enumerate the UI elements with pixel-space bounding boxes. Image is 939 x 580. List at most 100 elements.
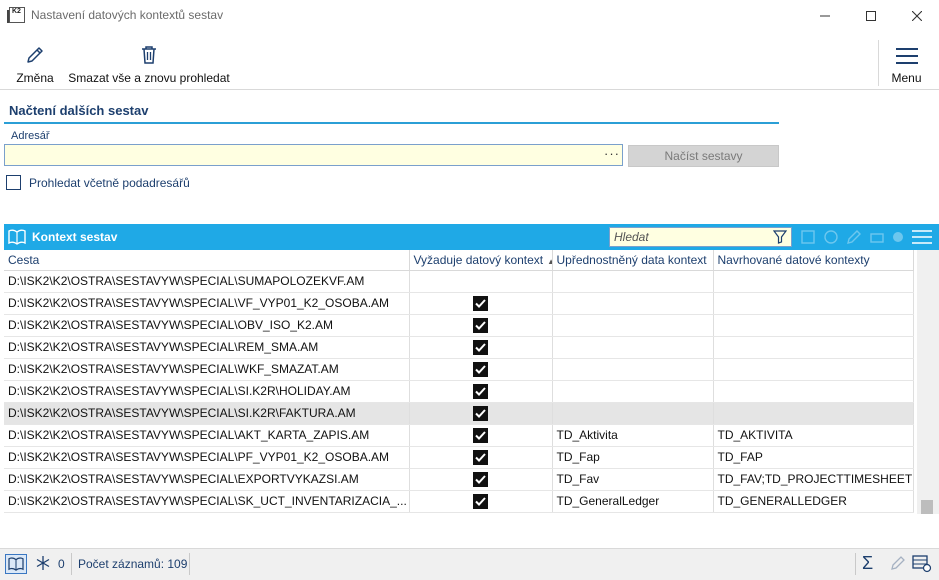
cell-requires[interactable]: [409, 358, 553, 381]
cell-preferred[interactable]: TD_Aktivita: [552, 424, 714, 447]
cell-preferred[interactable]: TD_Fap: [552, 446, 714, 469]
filter-icon[interactable]: [773, 230, 787, 244]
cell-suggested[interactable]: [713, 292, 914, 315]
checkmark-icon: [475, 364, 486, 374]
cell-path[interactable]: D:\ISK2\K2\OSTRA\SESTAVYW\SPECIAL\VF_VYP…: [4, 292, 410, 315]
book-view-button[interactable]: [5, 554, 27, 574]
grid-action-icon-1[interactable]: [800, 229, 816, 245]
cell-preferred[interactable]: [552, 402, 714, 425]
search-box[interactable]: [609, 227, 792, 247]
requires-checkbox-checked[interactable]: [473, 383, 488, 399]
cell-suggested[interactable]: TD_FAV;TD_PROJECTTIMESHEET: [713, 468, 914, 491]
cell-requires[interactable]: [409, 292, 553, 315]
close-button[interactable]: [894, 0, 939, 31]
cell-preferred[interactable]: TD_Fav: [552, 468, 714, 491]
grid-action-icon-2[interactable]: [823, 229, 839, 245]
cell-suggested[interactable]: [713, 314, 914, 337]
maximize-button[interactable]: [848, 0, 894, 31]
status-divider: [189, 553, 190, 575]
cell-preferred[interactable]: [552, 314, 714, 337]
requires-checkbox-checked[interactable]: [473, 471, 488, 487]
cell-suggested[interactable]: [713, 402, 914, 425]
table-row[interactable]: D:\ISK2\K2\OSTRA\SESTAVYW\SPECIAL\REM_SM…: [4, 336, 914, 359]
requires-checkbox-checked[interactable]: [473, 405, 488, 421]
include-subdirs-checkbox[interactable]: [6, 175, 21, 190]
cell-path[interactable]: D:\ISK2\K2\OSTRA\SESTAVYW\SPECIAL\SI.K2R…: [4, 402, 410, 425]
scrollbar-thumb[interactable]: [921, 500, 933, 514]
grid-edit-icon[interactable]: [846, 229, 862, 245]
cell-requires[interactable]: [409, 314, 553, 337]
cell-path[interactable]: D:\ISK2\K2\OSTRA\SESTAVYW\SPECIAL\REM_SM…: [4, 336, 410, 359]
sum-button[interactable]: Σ: [862, 553, 873, 574]
table-row[interactable]: D:\ISK2\K2\OSTRA\SESTAVYW\SPECIAL\SUMAPO…: [4, 270, 914, 293]
snowflake-icon[interactable]: [35, 555, 51, 571]
cell-requires[interactable]: [409, 336, 553, 359]
cell-suggested[interactable]: TD_AKTIVITA: [713, 424, 914, 447]
table-row[interactable]: D:\ISK2\K2\OSTRA\SESTAVYW\SPECIAL\SI.K2R…: [4, 402, 914, 425]
table-row[interactable]: D:\ISK2\K2\OSTRA\SESTAVYW\SPECIAL\WKF_SM…: [4, 358, 914, 381]
table-row[interactable]: D:\ISK2\K2\OSTRA\SESTAVYW\SPECIAL\AKT_KA…: [4, 424, 914, 447]
cell-suggested[interactable]: [713, 336, 914, 359]
load-reports-button[interactable]: Načíst sestavy: [628, 145, 779, 167]
requires-checkbox-checked[interactable]: [473, 361, 488, 377]
cell-suggested[interactable]: TD_GENERALLEDGER: [713, 490, 914, 513]
col-header-suggested[interactable]: Navrhované datové kontexty: [713, 250, 914, 271]
grid-action-icon-4[interactable]: [890, 229, 906, 245]
cell-preferred[interactable]: TD_GeneralLedger: [552, 490, 714, 513]
col-header-preferred[interactable]: Upřednostněný data kontext: [552, 250, 714, 271]
cell-requires[interactable]: [409, 490, 553, 513]
cell-path[interactable]: D:\ISK2\K2\OSTRA\SESTAVYW\SPECIAL\SI.K2R…: [4, 380, 410, 403]
table-row[interactable]: D:\ISK2\K2\OSTRA\SESTAVYW\SPECIAL\EXPORT…: [4, 468, 914, 491]
cell-requires[interactable]: [409, 270, 553, 293]
cell-preferred[interactable]: [552, 358, 714, 381]
table-row[interactable]: D:\ISK2\K2\OSTRA\SESTAVYW\SPECIAL\PF_VYP…: [4, 446, 914, 469]
address-input[interactable]: [4, 144, 623, 166]
grid-settings-icon[interactable]: [912, 555, 932, 573]
requires-checkbox-checked[interactable]: [473, 339, 488, 355]
search-input[interactable]: [610, 228, 770, 246]
cell-requires[interactable]: [409, 402, 553, 425]
checkmark-icon: [475, 430, 486, 440]
cell-path[interactable]: D:\ISK2\K2\OSTRA\SESTAVYW\SPECIAL\SUMAPO…: [4, 270, 410, 293]
cell-suggested[interactable]: [713, 358, 914, 381]
vertical-scrollbar[interactable]: [917, 250, 939, 514]
cell-requires[interactable]: [409, 446, 553, 469]
cell-suggested[interactable]: TD_FAP: [713, 446, 914, 469]
table-row[interactable]: D:\ISK2\K2\OSTRA\SESTAVYW\SPECIAL\SK_UCT…: [4, 490, 914, 513]
cell-path[interactable]: D:\ISK2\K2\OSTRA\SESTAVYW\SPECIAL\WKF_SM…: [4, 358, 410, 381]
cell-preferred[interactable]: [552, 292, 714, 315]
include-subdirs-label[interactable]: Prohledat včetně podadresářů: [29, 176, 190, 190]
pencil-icon[interactable]: [890, 555, 906, 571]
grid-menu-icon[interactable]: [912, 229, 932, 245]
grid-action-icon-3[interactable]: [869, 229, 885, 245]
requires-checkbox-checked[interactable]: [473, 449, 488, 465]
col-header-suggested-label: Navrhované datové kontexty: [717, 252, 870, 267]
cell-path[interactable]: D:\ISK2\K2\OSTRA\SESTAVYW\SPECIAL\PF_VYP…: [4, 446, 410, 469]
cell-path[interactable]: D:\ISK2\K2\OSTRA\SESTAVYW\SPECIAL\OBV_IS…: [4, 314, 410, 337]
menu-button[interactable]: Menu: [878, 40, 934, 86]
col-header-path[interactable]: Cesta: [4, 250, 410, 271]
cell-path[interactable]: D:\ISK2\K2\OSTRA\SESTAVYW\SPECIAL\AKT_KA…: [4, 424, 410, 447]
cell-suggested[interactable]: [713, 380, 914, 403]
delete-rescan-button[interactable]: Smazat vše a znovu prohledat: [66, 31, 232, 89]
change-button[interactable]: Změna: [10, 31, 60, 89]
cell-path[interactable]: D:\ISK2\K2\OSTRA\SESTAVYW\SPECIAL\EXPORT…: [4, 468, 410, 491]
requires-checkbox-checked[interactable]: [473, 295, 488, 311]
cell-preferred[interactable]: [552, 380, 714, 403]
requires-checkbox-checked[interactable]: [473, 427, 488, 443]
cell-preferred[interactable]: [552, 336, 714, 359]
cell-suggested[interactable]: [713, 270, 914, 293]
table-row[interactable]: D:\ISK2\K2\OSTRA\SESTAVYW\SPECIAL\OBV_IS…: [4, 314, 914, 337]
browse-button[interactable]: ···: [603, 147, 621, 163]
requires-checkbox-checked[interactable]: [473, 493, 488, 509]
minimize-button[interactable]: [802, 0, 848, 31]
cell-preferred[interactable]: [552, 270, 714, 293]
cell-requires[interactable]: [409, 468, 553, 491]
cell-path[interactable]: D:\ISK2\K2\OSTRA\SESTAVYW\SPECIAL\SK_UCT…: [4, 490, 410, 513]
requires-checkbox-checked[interactable]: [473, 317, 488, 333]
cell-requires[interactable]: [409, 424, 553, 447]
table-row[interactable]: D:\ISK2\K2\OSTRA\SESTAVYW\SPECIAL\SI.K2R…: [4, 380, 914, 403]
col-header-requires[interactable]: Vyžaduje datový kontext▲: [409, 250, 553, 271]
table-row[interactable]: D:\ISK2\K2\OSTRA\SESTAVYW\SPECIAL\VF_VYP…: [4, 292, 914, 315]
cell-requires[interactable]: [409, 380, 553, 403]
